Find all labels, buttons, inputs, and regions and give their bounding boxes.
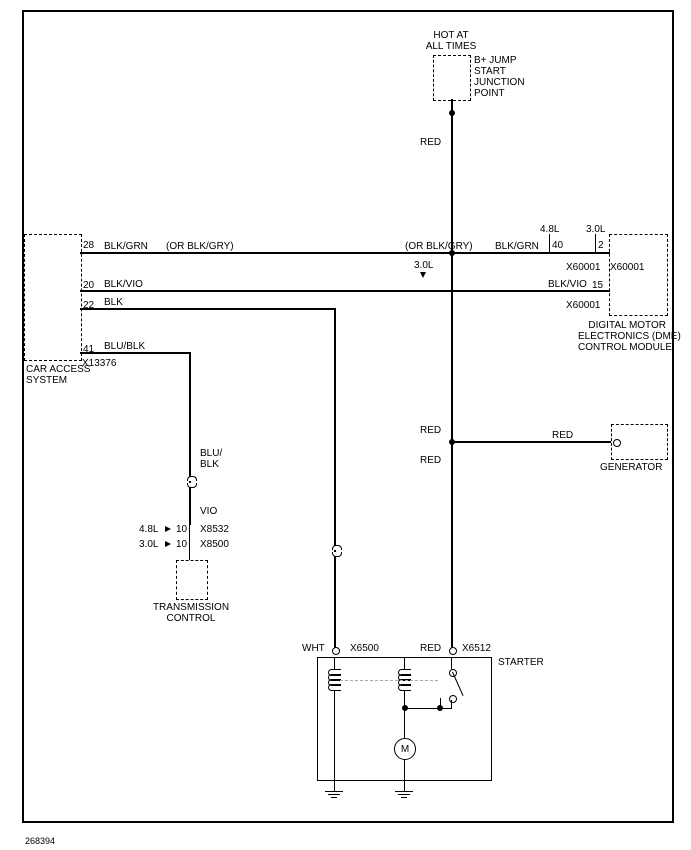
wire-blublk-h [80,352,190,354]
sw-dead [440,698,441,708]
red1-label: RED [420,137,441,148]
starter-label: STARTER [498,657,544,668]
coil-l-top [334,657,335,669]
orblkgry1: (OR BLK/GRY) [166,241,234,252]
red5: RED [420,643,441,654]
wht-label: WHT [302,643,325,654]
wire-vio-v [189,490,191,525]
dme-label: DIGITAL MOTOR ELECTRONICS (DME) CONTROL … [578,320,666,353]
hot-label: HOT AT ALL TIMES [421,30,481,52]
arrow-48 [165,526,171,532]
dme-stub-40 [549,234,550,252]
dme-x2: X60001 [610,262,644,273]
red3: RED [420,455,441,466]
coil-r-top [404,657,405,669]
motor-icon: M [394,738,416,760]
trans-pin-b: 10 [176,539,187,550]
splice-blu-1 [187,476,197,481]
diagram-frame [22,10,674,823]
arrow-30L [420,272,426,278]
blkvio1: BLK/VIO [104,279,143,290]
dme-stub-2 [595,234,596,252]
pin-28: 28 [83,240,94,251]
wire-blk-h [80,308,335,310]
sw-bot [451,700,452,708]
orblkgry2: (OR BLK/GRY) [405,241,473,252]
trans-box [176,560,208,600]
starter-x6512: X6512 [462,643,491,654]
starter-x6500: X6500 [350,643,379,654]
dme-box [609,234,668,316]
dme-pin40: 40 [552,240,563,251]
starter-right [491,657,492,780]
trans-48L: 4.8L [139,524,158,535]
junction-label: B+ JUMP START JUNCTION POINT [474,55,525,99]
node-gen [449,439,455,445]
blkgrn1: BLK/GRN [104,241,148,252]
wire-red-main [451,99,453,649]
starter-left [317,657,318,780]
coil-l-bot [334,691,335,791]
arrow-30 [165,541,171,547]
wire-blkgrn [80,252,610,254]
blublk2: BLU/ BLK [200,448,222,470]
term-x6500 [332,647,340,655]
blublk1: BLU/BLK [104,341,145,352]
wire-gen [452,441,611,443]
trans-30L: 3.0L [139,539,158,550]
wire-blkvio [80,290,610,292]
splice-blk-1 [332,545,342,550]
trans-label: TRANSMISSION CONTROL [148,602,234,624]
coil-l [328,669,340,691]
gen-label: GENERATOR [600,462,662,473]
motor-label: M [401,744,409,755]
sw-to-coil [404,708,452,709]
eng30b: 3.0L [414,260,433,271]
dme-x3: X60001 [566,300,600,311]
term-x6512 [449,647,457,655]
blkgrn2: BLK/GRN [495,241,539,252]
blk-label: BLK [104,297,123,308]
wire-blk-v [334,308,336,648]
red2: RED [420,425,441,436]
gen-term [613,439,621,447]
sw-top [451,657,452,669]
car-access-label: CAR ACCESS SYSTEM [26,364,90,386]
junction-box [433,55,471,101]
node-red-top [449,110,455,116]
coil-r-bot [404,691,405,739]
coil-r-node [402,705,408,711]
dme-x1: X60001 [566,262,600,273]
diagram-id: 268394 [25,836,55,846]
trans-xa: X8532 [200,524,229,535]
car-access-box [24,234,82,361]
motor-bot [404,759,405,791]
trans-pin-a: 10 [176,524,187,535]
vio-label: VIO [200,506,217,517]
dme-pin2: 2 [598,240,604,251]
car-access-conn: X13376 [82,358,116,369]
node-blkgrn [449,250,455,256]
trans-stub [189,525,190,560]
blkvio2: BLK/VIO [548,279,587,290]
coil-core-dash [340,680,438,681]
trans-xb: X8500 [200,539,229,550]
red-gen: RED [552,430,573,441]
